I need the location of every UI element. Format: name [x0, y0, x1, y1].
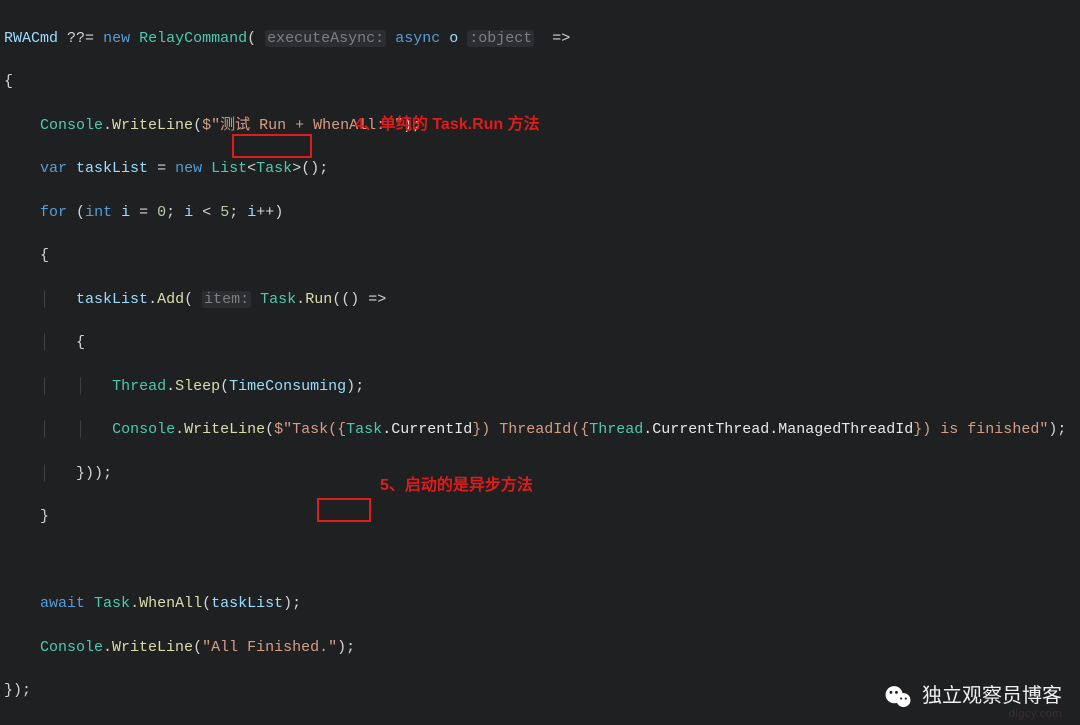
- code-line: }: [4, 506, 1076, 528]
- code-line: Console.WriteLine($"测试 Run + WhenAll: ")…: [4, 115, 1076, 137]
- code-line: var taskList = new List<Task>();: [4, 158, 1076, 180]
- inlay-hint: item:: [202, 291, 251, 308]
- code-line: │ │ Console.WriteLine($"Task({Task.Curre…: [4, 419, 1076, 441]
- code-line: │ {: [4, 332, 1076, 354]
- watermark-subtext: dlgcy.com: [1009, 707, 1062, 723]
- code-line: await Task.WhenAll(taskList);: [4, 593, 1076, 615]
- inlay-hint: executeAsync:: [265, 30, 386, 47]
- wechat-icon: [884, 683, 912, 711]
- code-line: {: [4, 245, 1076, 267]
- code-line: Console.WriteLine("All Finished.");: [4, 637, 1076, 659]
- code-line: [4, 550, 1076, 572]
- code-line: │ taskList.Add( item: Task.Run(() =>: [4, 289, 1076, 311]
- annotation-label-5: 5、启动的是异步方法: [380, 474, 533, 497]
- identifier: RWACmd: [4, 30, 58, 47]
- annotation-box-async: [317, 498, 371, 522]
- code-line: │ }));: [4, 463, 1076, 485]
- code-line: RWACmd ??= new RelayCommand( executeAsyn…: [4, 28, 1076, 50]
- annotation-label-4: 4、单纯的 Task.Run 方法: [355, 113, 540, 136]
- code-line: {: [4, 71, 1076, 93]
- inlay-hint: :object: [467, 30, 534, 47]
- annotation-box-taskrun: [232, 134, 312, 158]
- code-line: │ │ Thread.Sleep(TimeConsuming);: [4, 376, 1076, 398]
- code-editor[interactable]: RWACmd ??= new RelayCommand( executeAsyn…: [0, 0, 1080, 725]
- code-line: for (int i = 0; i < 5; i++): [4, 202, 1076, 224]
